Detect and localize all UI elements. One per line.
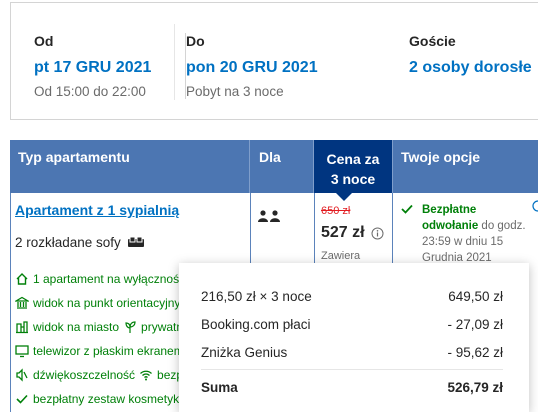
breakdown-row: 216,50 zł × 3 noce 649,50 zł [201, 289, 503, 304]
feature-text: widok na punkt orientacyjny [33, 296, 181, 310]
sofa-icon [127, 236, 144, 247]
plant-icon [125, 321, 136, 333]
city-view-icon [16, 321, 28, 334]
breakdown-row: Booking.com płaci - 27,09 zł [201, 317, 503, 332]
guests-value: 2 osoby dorosłe [409, 59, 532, 76]
total-label: Suma [201, 380, 238, 395]
feature-text: telewizor z płaskim ekranem [33, 344, 184, 358]
feature-text: widok na miasto [33, 320, 120, 334]
column-divider [392, 193, 393, 273]
checkout-date: pon 20 GRU 2021 [186, 59, 318, 76]
check-icon [401, 204, 413, 214]
column-divider [314, 193, 315, 273]
summary-divider [174, 24, 175, 100]
checkin-label: Od [34, 33, 54, 49]
price-includes-note: Zawiera [321, 250, 361, 262]
header-options: Twoje opcje [392, 140, 538, 193]
header-price-label: Cena za 3 noce [326, 151, 380, 187]
breakdown-label: Zniżka Genius [201, 345, 288, 360]
feature-text: dźwiękoszczelność [33, 368, 136, 382]
soundproof-icon [16, 368, 28, 382]
checkin-time: Od 15:00 do 22:00 [34, 84, 146, 99]
breakdown-value: - 27,09 zł [447, 317, 503, 332]
tv-icon [15, 345, 29, 358]
current-price-value: 527 zł [321, 224, 365, 241]
persons-icon [258, 209, 282, 227]
wifi-icon [140, 370, 153, 381]
guests-label: Goście [409, 33, 456, 49]
breakdown-total-row: Suma 526,79 zł [201, 380, 503, 395]
breakdown-label: Booking.com płaci [201, 317, 311, 332]
home-icon [16, 273, 28, 285]
current-price: 527 zł [321, 224, 384, 242]
original-price: 650 zł [321, 205, 351, 217]
info-icon[interactable] [371, 227, 384, 240]
breakdown-value: 649,50 zł [448, 289, 503, 304]
stay-length: Pobyt na 3 noce [186, 84, 284, 99]
beds-info: 2 rozkładane sofy [15, 235, 145, 250]
column-divider [250, 193, 251, 273]
table-header: Typ apartamentu Dla Cena za 3 noce Twoje… [10, 140, 538, 193]
info-icon[interactable] [532, 200, 538, 214]
header-price: Cena za 3 noce [314, 140, 392, 193]
feature-text: bezpłatny zestaw kosmetyków [33, 392, 195, 406]
apartment-name-link[interactable]: Apartament z 1 sypialnią [15, 202, 179, 218]
beds-text: 2 rozkładane sofy [15, 235, 121, 250]
guests-column: Goście 2 osoby dorosłe [409, 33, 532, 77]
total-value: 526,79 zł [447, 380, 503, 395]
breakdown-value: - 95,62 zł [447, 345, 503, 360]
breakdown-label: 216,50 zł × 3 noce [201, 289, 312, 304]
free-cancellation-label: Bezpłatne odwołanie [422, 204, 479, 232]
checkout-label: Do [186, 33, 205, 49]
breakdown-row: Zniżka Genius - 95,62 zł [201, 345, 503, 360]
feature-text: 1 apartament na wyłączność [33, 272, 186, 286]
price-breakdown-tooltip: 216,50 zł × 3 noce 649,50 zł Booking.com… [179, 263, 529, 412]
header-apartment-type: Typ apartamentu [10, 140, 250, 193]
check-icon [16, 394, 28, 404]
checkin-date: pt 17 GRU 2021 [34, 59, 152, 76]
booking-summary: Od pt 17 GRU 2021 Od 15:00 do 22:00 Do p… [10, 2, 538, 120]
landmark-icon [15, 296, 29, 309]
header-for: Dla [250, 140, 314, 193]
checkin-column: Od pt 17 GRU 2021 Od 15:00 do 22:00 [34, 33, 151, 99]
breakdown-divider [201, 369, 503, 370]
checkout-column: Do pon 20 GRU 2021 Pobyt na 3 noce [185, 33, 318, 99]
cancellation-text: Bezpłatne odwołanie do godz. 23:59 w dni… [422, 202, 534, 266]
price-column-pointer [336, 193, 352, 201]
